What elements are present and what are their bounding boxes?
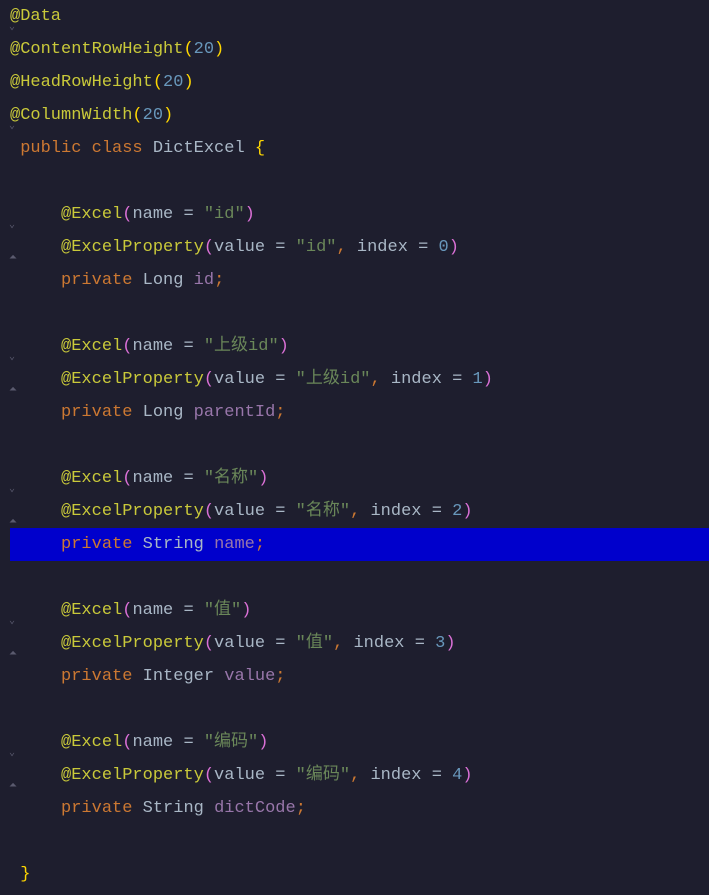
code-line[interactable]: ⏶ @ExcelProperty(value = "id", index = 0… [10, 231, 709, 264]
annotation-contentrowheight: @ContentRowHeight [10, 40, 183, 59]
annotation-headrowheight: @HeadRowHeight [10, 73, 153, 92]
code-line[interactable] [10, 561, 709, 594]
code-line[interactable]: private String dictCode; [10, 792, 709, 825]
field-dictcode: dictCode [214, 799, 296, 818]
code-line[interactable]: } [10, 858, 709, 891]
class-name: DictExcel [153, 139, 245, 158]
code-line[interactable]: ⌄ @Excel(name = "值") [10, 594, 709, 627]
annotation-excel: @Excel [61, 205, 122, 224]
code-line[interactable]: private Integer value; [10, 660, 709, 693]
code-line[interactable]: @HeadRowHeight(20) [10, 66, 709, 99]
code-line[interactable]: ⌄ @Excel(name = "名称") [10, 462, 709, 495]
code-line[interactable]: ⏶ @ExcelProperty(value = "名称", index = 2… [10, 495, 709, 528]
annotation-columnwidth: @ColumnWidth [10, 106, 132, 125]
annotation-excel: @Excel [61, 469, 122, 488]
code-line[interactable]: ⌄ @Excel(name = "id") [10, 198, 709, 231]
code-line[interactable] [10, 429, 709, 462]
field-parentid: parentId [194, 403, 276, 422]
code-editor[interactable]: ⌄@Data @ContentRowHeight(20) @HeadRowHei… [0, 0, 709, 891]
code-line[interactable]: ⌄@Data [10, 0, 709, 33]
annotation-data: @Data [10, 7, 61, 26]
annotation-excelproperty: @ExcelProperty [61, 502, 204, 521]
code-line[interactable]: ⏶ @ExcelProperty(value = "值", index = 3) [10, 627, 709, 660]
field-value: value [224, 667, 275, 686]
code-line[interactable]: ⏶ @ExcelProperty(value = "上级id", index =… [10, 363, 709, 396]
annotation-excelproperty: @ExcelProperty [61, 238, 204, 257]
code-line[interactable] [10, 693, 709, 726]
code-line[interactable]: private Long parentId; [10, 396, 709, 429]
code-line[interactable]: @ContentRowHeight(20) [10, 33, 709, 66]
code-line[interactable]: ⌄ @Excel(name = "编码") [10, 726, 709, 759]
code-line[interactable] [10, 165, 709, 198]
annotation-excel: @Excel [61, 733, 122, 752]
code-line[interactable]: ⌄@ColumnWidth(20) [10, 99, 709, 132]
code-line-highlighted[interactable]: private String name; [10, 528, 709, 561]
field-id: id [194, 271, 214, 290]
annotation-excelproperty: @ExcelProperty [61, 766, 204, 785]
code-line[interactable]: ⌄ @Excel(name = "上级id") [10, 330, 709, 363]
annotation-excelproperty: @ExcelProperty [61, 634, 204, 653]
code-line[interactable]: private Long id; [10, 264, 709, 297]
code-line[interactable]: ⏶ @ExcelProperty(value = "编码", index = 4… [10, 759, 709, 792]
annotation-excel: @Excel [61, 337, 122, 356]
annotation-excelproperty: @ExcelProperty [61, 370, 204, 389]
annotation-excel: @Excel [61, 601, 122, 620]
code-line[interactable] [10, 297, 709, 330]
code-line[interactable]: public class DictExcel { [10, 132, 709, 165]
code-line[interactable] [10, 825, 709, 858]
field-name: name [214, 535, 255, 554]
